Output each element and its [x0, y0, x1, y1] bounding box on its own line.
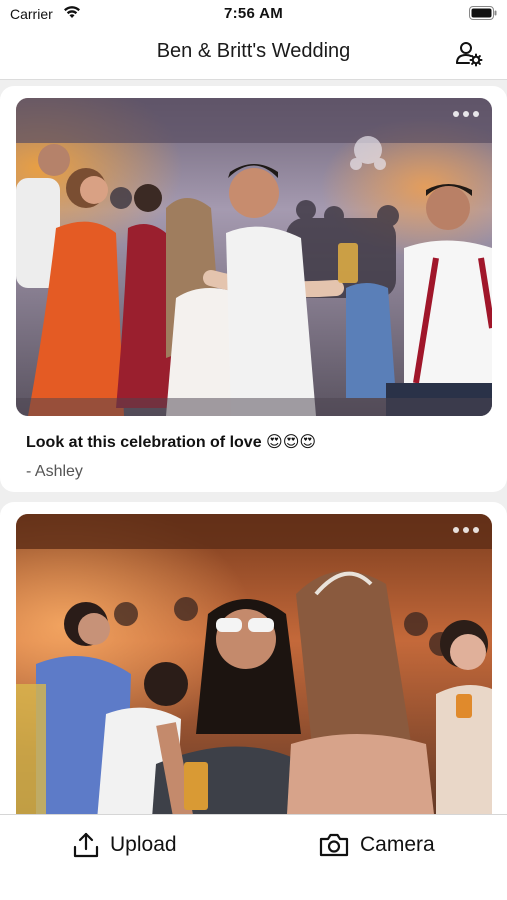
- upload-icon: [73, 832, 99, 858]
- user-settings-icon[interactable]: [455, 41, 483, 67]
- status-bar: Carrier 7:56 AM: [0, 0, 507, 28]
- upload-label: Upload: [110, 833, 177, 856]
- camera-button[interactable]: Camera: [318, 829, 435, 861]
- post-photo[interactable]: [16, 514, 492, 814]
- post-caption: Look at this celebration of love 😍😍😍: [26, 434, 317, 451]
- photo-feed[interactable]: Look at this celebration of love 😍😍😍 - A…: [0, 80, 507, 814]
- guests-dancing-photo: [16, 514, 492, 814]
- camera-label: Camera: [360, 833, 435, 856]
- upload-button[interactable]: Upload: [72, 829, 177, 861]
- battery-icon: [469, 6, 497, 20]
- camera-icon: [319, 833, 349, 857]
- more-options-icon[interactable]: [452, 526, 480, 534]
- post-card[interactable]: Look at this celebration of love 😍😍😍 - A…: [0, 86, 507, 492]
- post-author: - Ashley: [26, 463, 83, 480]
- post-photo[interactable]: [16, 98, 492, 416]
- nav-bar: Ben & Britt's Wedding: [0, 28, 507, 80]
- more-options-icon[interactable]: [452, 110, 480, 118]
- bottom-toolbar: Upload Camera: [0, 814, 507, 900]
- wedding-dance-hug-photo: [16, 98, 492, 416]
- post-card[interactable]: [0, 502, 507, 814]
- status-time: 7:56 AM: [223, 5, 284, 22]
- page-title: Ben & Britt's Wedding: [156, 40, 351, 62]
